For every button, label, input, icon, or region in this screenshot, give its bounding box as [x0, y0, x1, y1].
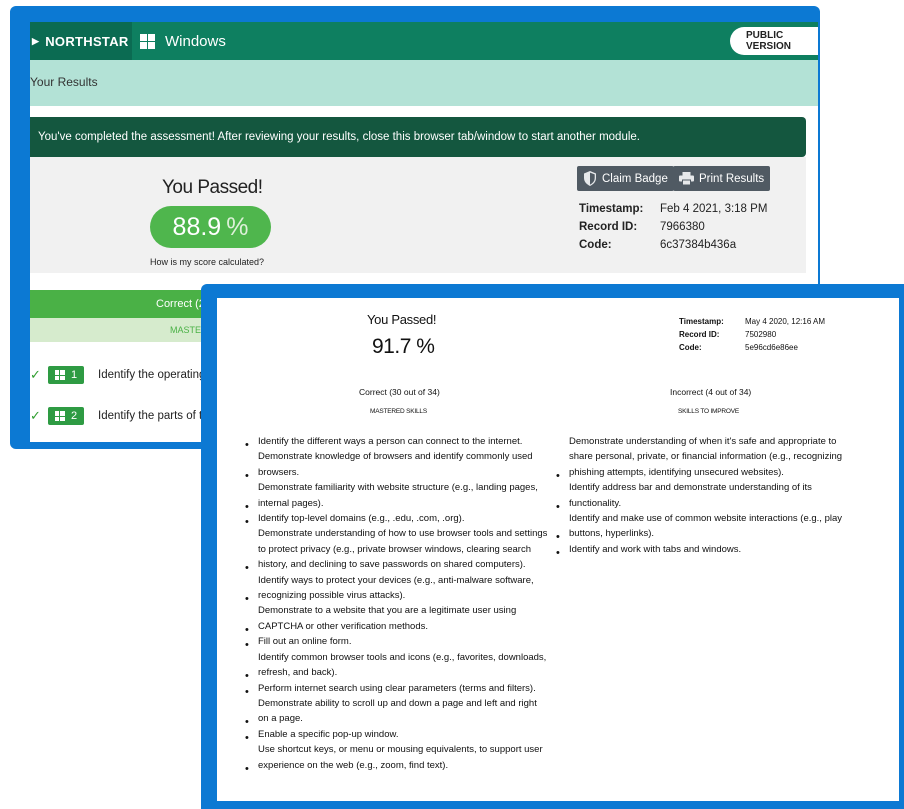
meta-label: Code:	[579, 239, 612, 251]
skill-item: Demonstrate knowledge of browsers and id…	[245, 449, 550, 484]
meta-label: Timestamp:	[679, 317, 724, 326]
skill-item: Demonstrate understanding of when it's s…	[556, 434, 855, 484]
printed-results-page: You Passed! 91.7 % Timestamp: May 4 2020,…	[217, 298, 899, 801]
windows-icon	[54, 411, 65, 421]
skill-item: Demonstrate understanding of how to use …	[245, 526, 550, 576]
claim-badge-label: Claim Badge	[602, 172, 668, 185]
skill-item: Identify ways to protect your devices (e…	[245, 573, 550, 608]
brand-name: NORTHSTAR	[45, 33, 129, 49]
skill-item: Enable a specific pop-up window.	[245, 727, 550, 747]
skill-item: Identify top-level domains (e.g., .edu, …	[245, 511, 550, 531]
skill-item: Identify common browser tools and icons …	[245, 650, 550, 685]
result-heading: You Passed!	[367, 312, 437, 327]
shield-icon	[584, 171, 596, 186]
skill-item: Identify the different ways a person can…	[245, 434, 550, 454]
score-unit: %	[226, 212, 249, 241]
meta-value: Feb 4 2021, 3:18 PM	[660, 203, 768, 215]
skill-item: Demonstrate familiarity with website str…	[245, 480, 550, 515]
score-value: 91.7 %	[372, 335, 435, 358]
print-results-label: Print Results	[699, 172, 765, 185]
score-value: 88.9	[172, 212, 222, 241]
check-icon: ✓	[30, 408, 41, 423]
top-navigation-bar: ▶ NORTHSTAR Windows PUBLIC VERSION	[30, 22, 818, 60]
windows-icon	[140, 33, 155, 49]
skill-text: Identify the parts of th	[98, 410, 209, 422]
skill-number-badge: 2	[48, 407, 84, 425]
print-results-button[interactable]: Print Results	[673, 166, 771, 191]
skill-row: ✓ 1 Identify the operating s	[30, 365, 214, 385]
correct-header: Correct (30 out of 34)	[359, 387, 440, 397]
skill-number-badge: 1	[48, 366, 84, 384]
skill-item: Identify and work with tabs and windows.	[556, 542, 855, 562]
meta-value: 7966380	[660, 221, 705, 233]
skill-item: Identify and make use of common website …	[556, 511, 855, 546]
skill-number: 2	[70, 410, 78, 422]
meta-value: 5e96cd6e86ee	[745, 343, 798, 352]
result-heading: You Passed!	[162, 177, 263, 198]
skill-item: Fill out an online form.	[245, 634, 550, 654]
score-badge: 88.9%	[150, 206, 271, 248]
mastered-skills-list: Identify the different ways a person can…	[245, 434, 550, 777]
meta-value: May 4 2020, 12:16 AM	[745, 317, 826, 326]
claim-badge-button[interactable]: Claim Badge	[577, 166, 674, 191]
printer-icon	[679, 172, 694, 185]
module-title: Windows	[140, 22, 226, 60]
northstar-logo[interactable]: ▶ NORTHSTAR	[30, 22, 132, 60]
play-arrow-icon: ▶	[32, 35, 40, 46]
mastered-skills-header: MASTERED SKILLS	[370, 408, 427, 415]
skill-item: Use shortcut keys, or menu or mousing eq…	[245, 742, 550, 777]
meta-label: Record ID:	[579, 221, 638, 233]
results-header: Your Results	[30, 60, 818, 106]
improve-skills-list: Demonstrate understanding of when it's s…	[556, 434, 855, 562]
meta-label: Timestamp:	[579, 203, 644, 215]
public-version-button[interactable]: PUBLIC VERSION	[730, 27, 818, 55]
check-icon: ✓	[30, 367, 41, 382]
skill-number: 1	[70, 369, 78, 381]
meta-label: Code:	[679, 343, 702, 352]
skill-row: ✓ 2 Identify the parts of th	[30, 406, 209, 426]
meta-value: 6c37384b436a	[660, 239, 737, 251]
module-name: Windows	[165, 32, 226, 50]
skill-item: Identify address bar and demonstrate und…	[556, 480, 855, 515]
completion-notice: You've completed the assessment! After r…	[30, 117, 806, 157]
skill-text: Identify the operating s	[98, 369, 215, 381]
page-title: Your Results	[30, 75, 98, 89]
results-window-front: You Passed! 91.7 % Timestamp: May 4 2020,…	[201, 284, 904, 809]
incorrect-header: Incorrect (4 out of 34)	[670, 387, 752, 397]
skill-item: Perform internet search using clear para…	[245, 681, 550, 701]
skill-item: Demonstrate to a website that you are a …	[245, 603, 550, 638]
skills-to-improve-header: SKILLS TO IMPROVE	[678, 408, 740, 415]
meta-label: Record ID:	[679, 330, 720, 339]
meta-value: 7502980	[745, 330, 777, 339]
score-panel: You Passed! 88.9% How is my score calcul…	[30, 157, 806, 273]
skill-item: Demonstrate ability to scroll up and dow…	[245, 696, 550, 731]
score-help-link[interactable]: How is my score calculated?	[150, 257, 264, 267]
windows-icon	[54, 370, 65, 380]
